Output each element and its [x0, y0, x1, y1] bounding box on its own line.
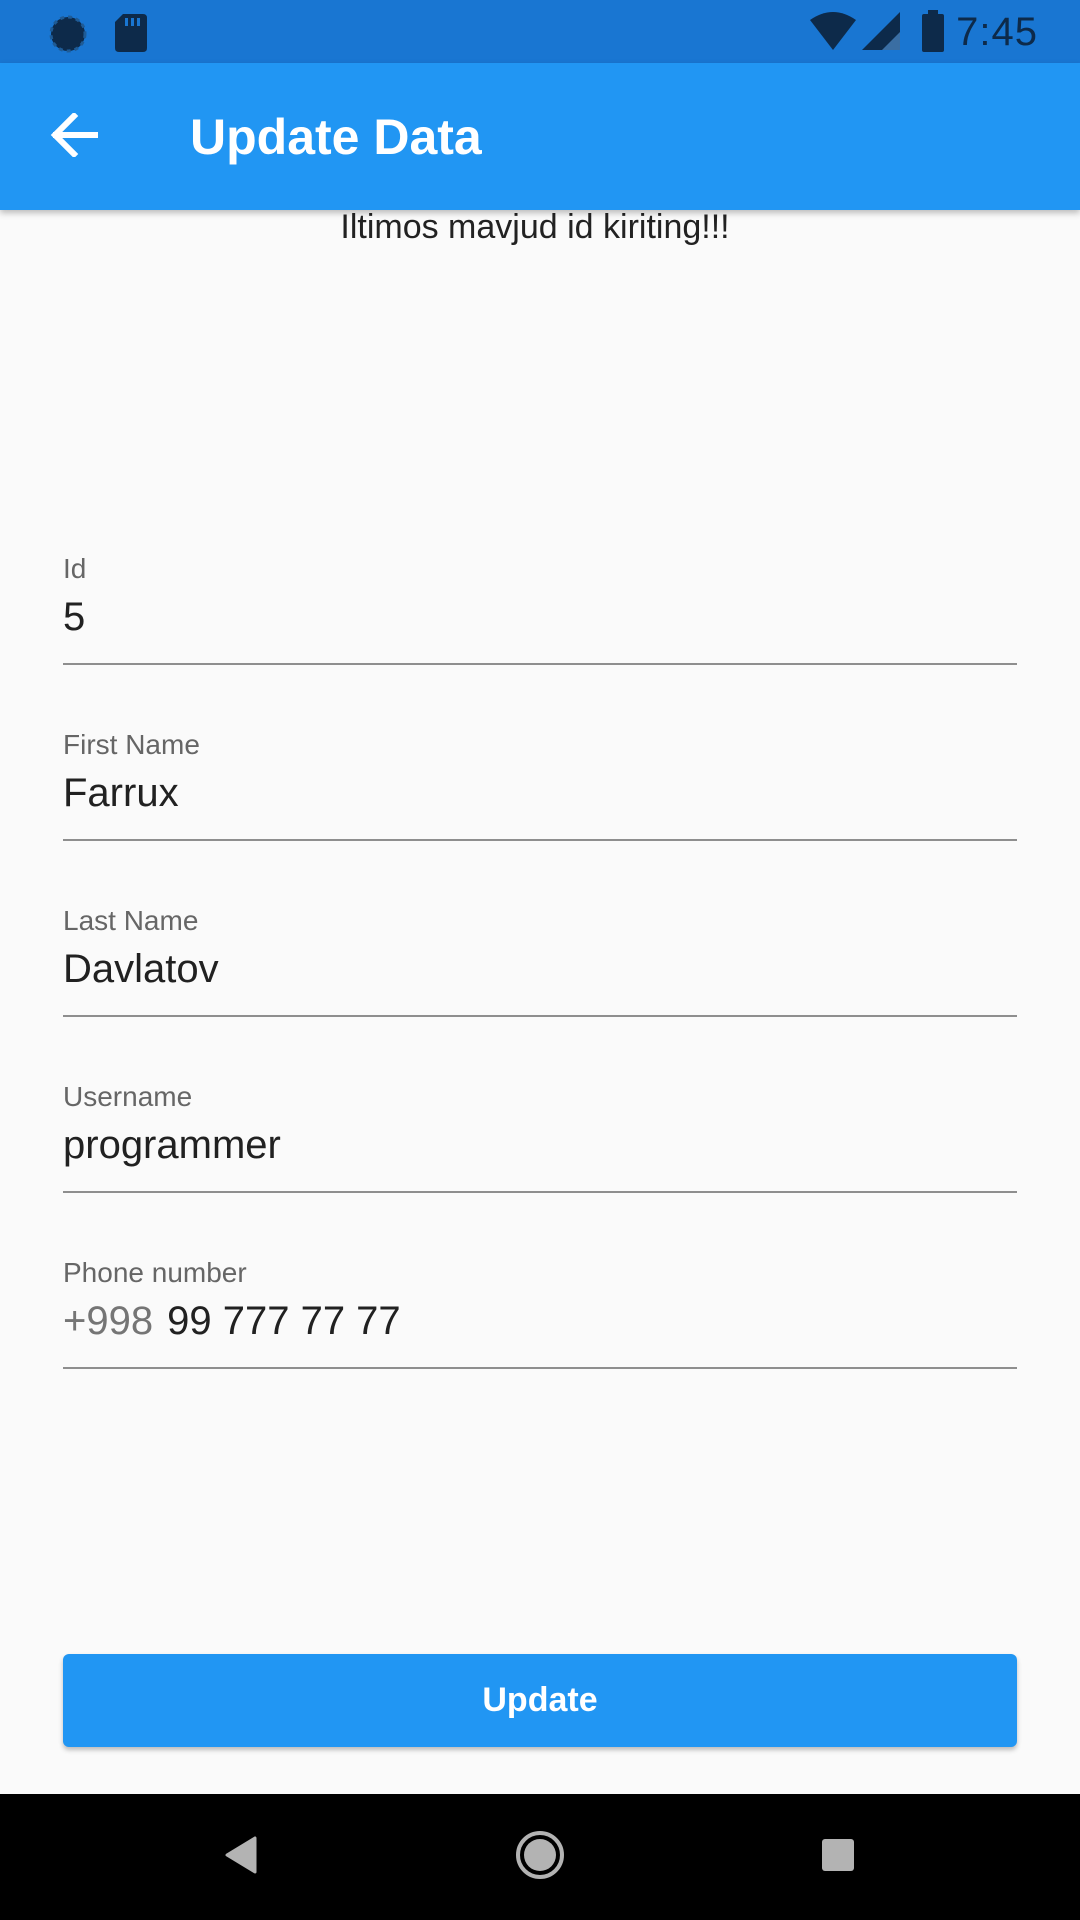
- data-saver-icon: [46, 14, 90, 59]
- phone-prefix: +998: [63, 1299, 154, 1343]
- nav-home-button[interactable]: [505, 1822, 575, 1892]
- id-field-value[interactable]: 5: [63, 595, 85, 640]
- last-name-field[interactable]: Last Name Davlatov: [63, 905, 1017, 1017]
- first-name-field[interactable]: First Name Farrux: [63, 729, 1017, 841]
- id-field[interactable]: Id 5: [63, 553, 1017, 665]
- nav-recents-button[interactable]: [803, 1822, 873, 1892]
- status-bar: 7:45: [0, 0, 1080, 63]
- page-title: Update Data: [190, 109, 482, 165]
- phone-field[interactable]: Phone number +998 99 777 77 77: [63, 1257, 1017, 1369]
- last-name-field-label: Last Name: [63, 905, 199, 936]
- hint-text: Iltimos mavjud id kiriting!!!: [340, 208, 730, 246]
- username-field-value[interactable]: programmer: [63, 1123, 281, 1168]
- battery-icon: [920, 10, 946, 57]
- username-field-label: Username: [63, 1081, 193, 1112]
- nav-back-button[interactable]: [206, 1822, 276, 1892]
- sd-card-icon: [115, 14, 147, 57]
- system-nav-bar: [0, 1794, 1080, 1920]
- username-field[interactable]: Username programmer: [63, 1081, 1017, 1193]
- update-button[interactable]: Update: [63, 1654, 1017, 1747]
- phone-field-label: Phone number: [63, 1257, 247, 1288]
- phone-number-text: 99 777 77 77: [167, 1299, 401, 1343]
- phone-field-value[interactable]: +998 99 777 77 77: [63, 1299, 401, 1344]
- status-time: 7:45: [956, 10, 1038, 54]
- last-name-field-value[interactable]: Davlatov: [63, 947, 219, 992]
- back-triangle-icon: [223, 1835, 259, 1880]
- arrow-back-icon: [50, 111, 99, 162]
- back-button[interactable]: [42, 105, 106, 169]
- cell-signal-icon: [862, 12, 902, 55]
- recents-square-icon: [820, 1837, 856, 1878]
- id-field-label: Id: [63, 553, 87, 584]
- first-name-field-value[interactable]: Farrux: [63, 771, 179, 816]
- first-name-field-label: First Name: [63, 729, 200, 760]
- app-bar: Update Data: [0, 63, 1080, 210]
- wifi-icon: [810, 12, 856, 55]
- home-circle-icon: [514, 1829, 566, 1886]
